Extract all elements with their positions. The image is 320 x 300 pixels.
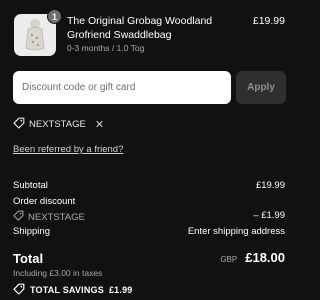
- tag-icon: [13, 210, 24, 224]
- discount-code-input[interactable]: [13, 71, 231, 104]
- shipping-label: Shipping: [13, 226, 50, 237]
- applied-code-label: NEXTSTAGE: [29, 118, 86, 130]
- total-savings: TOTAL SAVINGS £1.99: [13, 283, 132, 297]
- total-label: Total: [13, 251, 44, 266]
- quantity-badge: 1: [47, 9, 62, 24]
- total-value: £18.00: [245, 250, 285, 265]
- swaddlebag-image: [25, 19, 45, 51]
- order-discount-code: NEXTSTAGE: [13, 210, 85, 224]
- subtotal-label: Subtotal: [13, 180, 48, 191]
- order-discount-value: – £1.99: [253, 210, 285, 221]
- total-amount-group: GBP £18.00: [220, 250, 285, 265]
- referral-link[interactable]: Been referred by a friend?: [13, 144, 123, 155]
- savings-value: £1.99: [108, 285, 133, 295]
- taxes-note: Including £3.00 in taxes: [13, 268, 103, 278]
- apply-button[interactable]: Apply: [236, 71, 286, 104]
- order-discount-label: Order discount: [13, 196, 76, 207]
- tag-icon: [13, 117, 25, 132]
- subtotal-value: £19.99: [255, 180, 285, 191]
- product-title: The Original Grobag Woodland Grofriend S…: [67, 15, 213, 41]
- currency-code: GBP: [220, 255, 238, 264]
- applied-discount-chip: NEXTSTAGE ✕: [13, 115, 104, 133]
- order-discount-code-label: NEXTSTAGE: [28, 211, 85, 223]
- tag-icon: [13, 283, 25, 297]
- shipping-value: Enter shipping address: [187, 226, 285, 237]
- product-variant: 0-3 months / 1.0 Tog: [67, 43, 145, 53]
- close-icon[interactable]: ✕: [95, 118, 104, 131]
- product-price: £19.99: [252, 15, 285, 27]
- savings-label: TOTAL SAVINGS: [30, 285, 104, 295]
